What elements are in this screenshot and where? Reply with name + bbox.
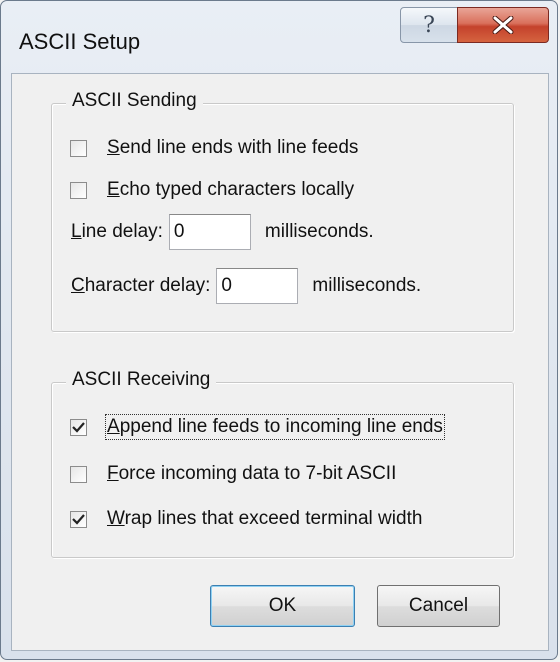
character-delay-input[interactable] <box>216 268 299 304</box>
check-icon <box>72 513 85 525</box>
ascii-receiving-group: ASCII Receiving Append line feeds to inc… <box>51 369 514 558</box>
close-button[interactable] <box>457 7 549 43</box>
force-7bit-checkbox[interactable] <box>70 465 87 483</box>
echo-typed-checkbox[interactable] <box>70 181 87 199</box>
wrap-lines-option[interactable]: Wrap lines that exceed terminal width <box>70 508 422 530</box>
character-delay-label: Character delay: <box>71 275 211 296</box>
character-delay-unit: milliseconds. <box>312 275 422 296</box>
send-line-ends-label: Send line ends with line feeds <box>107 137 359 158</box>
line-delay-unit: milliseconds. <box>264 221 374 242</box>
help-button[interactable]: ? <box>400 7 458 43</box>
title-bar[interactable]: ASCII Setup ? <box>1 1 557 75</box>
close-icon <box>492 16 514 34</box>
line-delay-row: Line delay: milliseconds. <box>71 214 374 250</box>
append-line-feeds-checkbox[interactable] <box>70 418 87 436</box>
append-line-feeds-option[interactable]: Append line feeds to incoming line ends <box>70 414 445 440</box>
dialog-body: ASCII Sending Send line ends with line f… <box>11 73 549 651</box>
check-icon <box>72 421 85 433</box>
echo-typed-label: Echo typed characters locally <box>107 179 355 200</box>
wrap-lines-checkbox[interactable] <box>70 510 87 528</box>
line-delay-label: Line delay: <box>71 221 163 242</box>
ascii-sending-legend: ASCII Sending <box>66 90 203 112</box>
ok-button[interactable]: OK <box>210 585 355 627</box>
echo-typed-option[interactable]: Echo typed characters locally <box>70 179 354 201</box>
ascii-receiving-legend: ASCII Receiving <box>66 369 217 391</box>
ascii-sending-group: ASCII Sending Send line ends with line f… <box>51 90 514 332</box>
send-line-ends-checkbox[interactable] <box>70 139 87 157</box>
force-7bit-option[interactable]: Force incoming data to 7-bit ASCII <box>70 463 396 485</box>
line-delay-input[interactable] <box>168 214 251 250</box>
force-7bit-label: Force incoming data to 7-bit ASCII <box>107 463 397 484</box>
send-line-ends-option[interactable]: Send line ends with line feeds <box>70 137 358 159</box>
character-delay-row: Character delay: milliseconds. <box>71 268 421 304</box>
dialog-title: ASCII Setup <box>19 29 141 54</box>
ascii-setup-dialog: ASCII Setup ? ASCII Sending Send line en… <box>0 0 558 660</box>
cancel-button[interactable]: Cancel <box>377 585 500 627</box>
append-line-feeds-label: Append line feeds to incoming line ends <box>105 414 445 440</box>
wrap-lines-label: Wrap lines that exceed terminal width <box>107 508 423 529</box>
help-icon: ? <box>423 12 435 38</box>
